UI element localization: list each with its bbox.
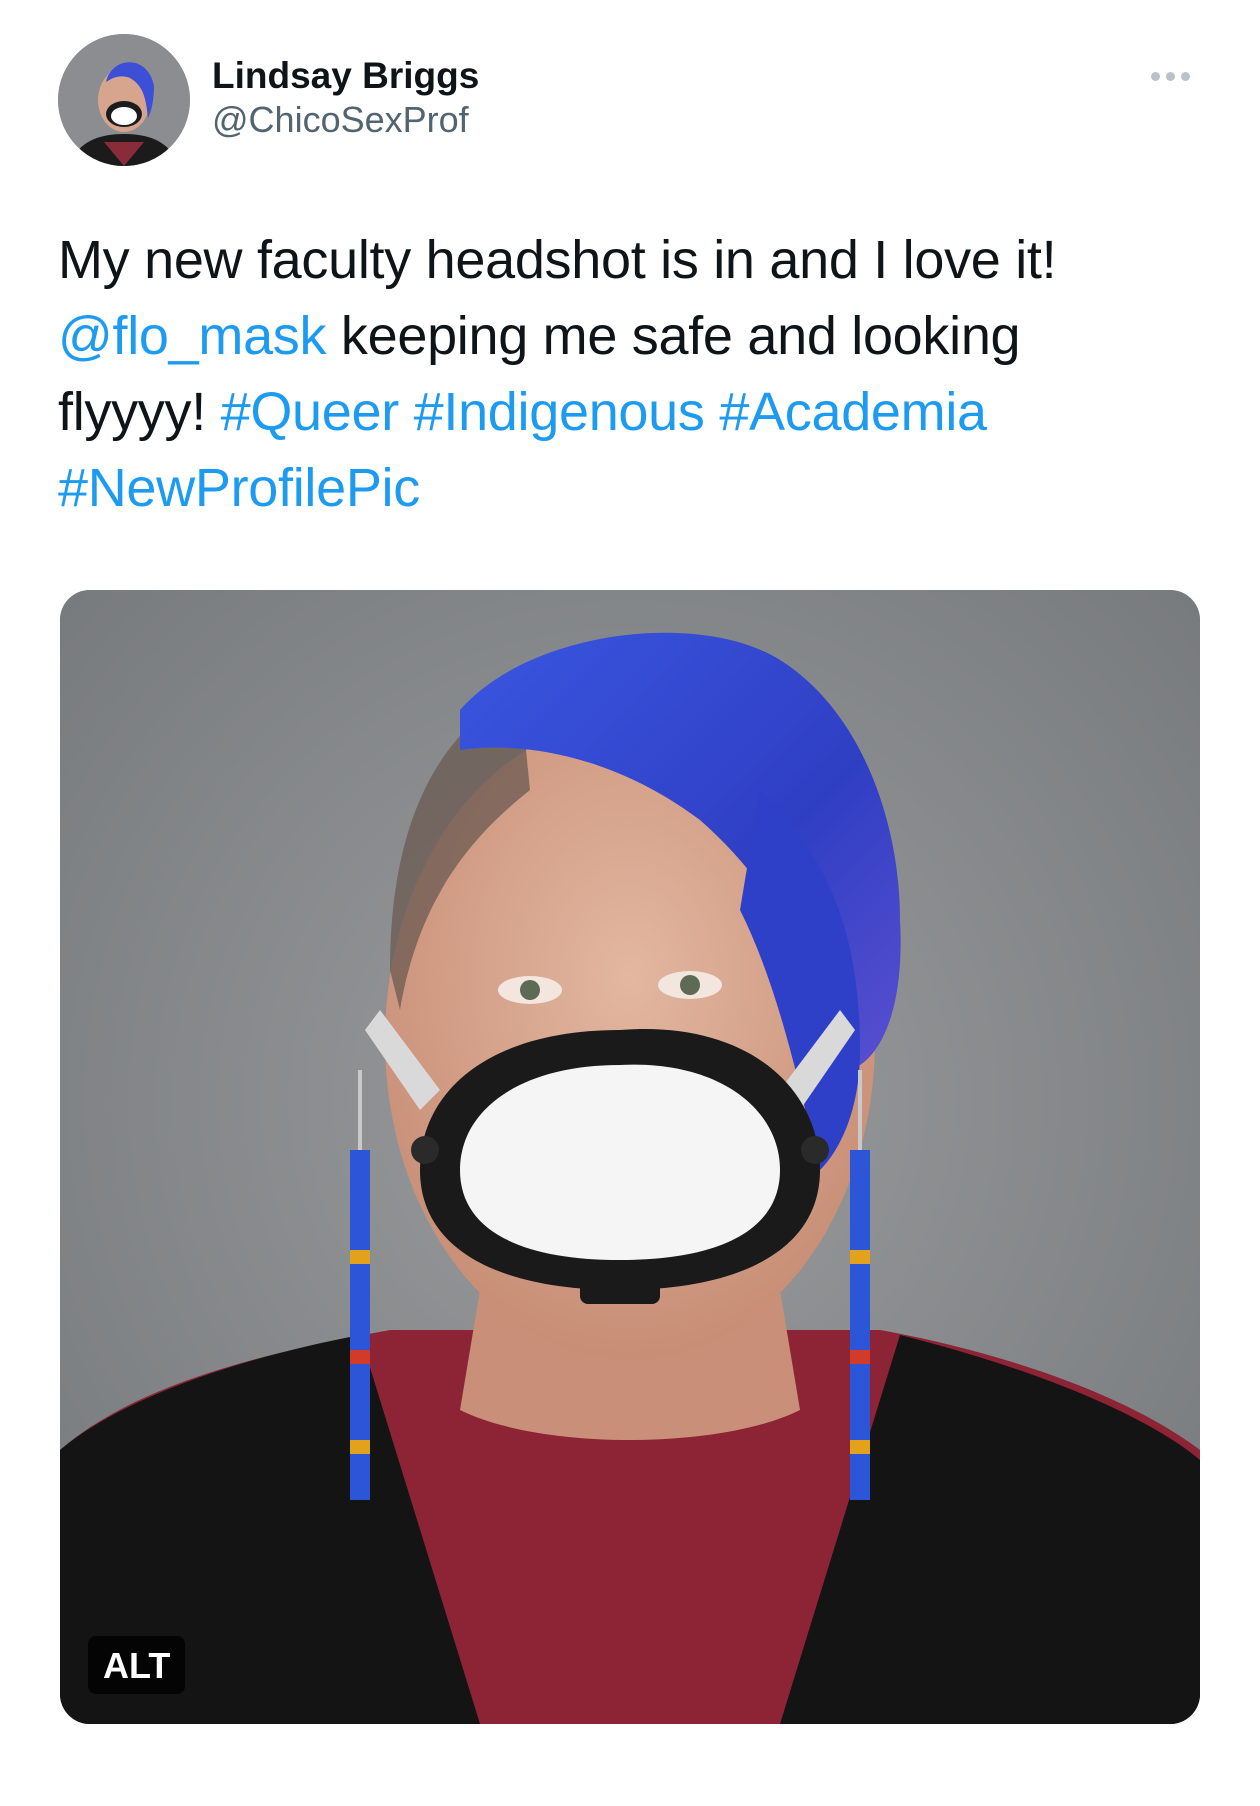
author-names: Lindsay Briggs @ChicoSexProf xyxy=(212,34,479,142)
tweet: Lindsay Briggs @ChicoSexProf My new facu… xyxy=(0,0,1260,1806)
hashtag-newprofilepic[interactable]: #NewProfilePic xyxy=(58,458,420,518)
tweet-text: My new faculty headshot is in and I love… xyxy=(58,222,1200,526)
avatar[interactable] xyxy=(58,34,190,166)
tweet-text-line3: flyyyy! xyxy=(58,382,221,442)
author-display-name[interactable]: Lindsay Briggs xyxy=(212,54,479,98)
tweet-photo[interactable]: ALT xyxy=(60,590,1200,1724)
tweet-text-line1: My new faculty headshot is in and I love… xyxy=(58,230,1057,290)
tweet-text-line2: keeping me safe and looking xyxy=(326,306,1021,366)
tweet-header: Lindsay Briggs @ChicoSexProf xyxy=(58,34,1202,168)
hashtag-queer[interactable]: #Queer xyxy=(221,382,400,442)
more-horizontal-icon[interactable] xyxy=(1143,64,1198,89)
hashtag-academia[interactable]: #Academia xyxy=(719,382,987,442)
mention-link[interactable]: @flo_mask xyxy=(58,306,327,366)
alt-text-button[interactable]: ALT xyxy=(88,1636,186,1694)
author-handle[interactable]: @ChicoSexProf xyxy=(212,98,479,142)
hashtag-indigenous[interactable]: #Indigenous xyxy=(414,382,705,442)
